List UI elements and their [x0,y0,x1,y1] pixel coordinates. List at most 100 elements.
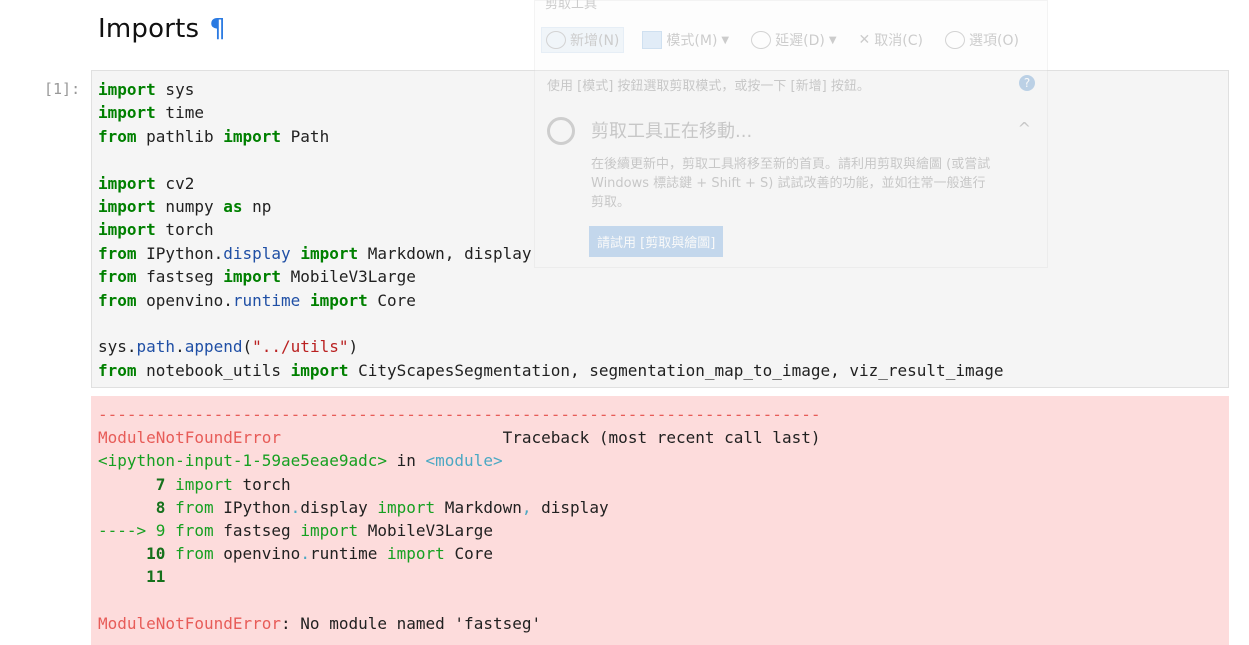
code-token: cv2 [155,173,195,193]
traceback-token [165,544,175,563]
cancel-label: 取消(C) [874,33,923,49]
code-token: np [242,197,272,217]
clock-icon [751,31,772,49]
traceback-line: 7 import torch [98,473,820,496]
traceback-token: in [386,451,426,471]
moving-title: 剪取工具正在移動... [591,121,753,142]
code-token: IPython. [136,243,224,263]
traceback-token: torch [232,474,291,494]
traceback-token: 10 [146,544,166,564]
traceback-token [98,544,146,563]
code-token: time [155,103,204,123]
anchor-link[interactable]: ¶ [209,14,226,44]
options-button[interactable]: 選項(O) [941,28,1023,52]
delay-label: 延遲(D) [775,33,825,49]
code-line: sys.path.append("../utils") [98,335,1003,358]
code-token: Markdown, display [358,243,532,263]
traceback-token: from [175,497,214,517]
traceback-line [98,589,820,612]
code-token: pathlib [136,126,224,146]
traceback-token [98,475,156,494]
traceback-token: . [300,544,310,564]
traceback-token: fastseg [213,521,301,541]
traceback-token: import [377,497,436,517]
snipping-tool-window: 剪取工具 新增(N) 模式(M) ▼ 延遲(D) ▼ ✕ 取消(C) 選項(O) 使用… [534,0,1048,268]
traceback-token: MobileV3Large [358,521,493,541]
code-token: import [223,126,282,146]
code-token: "../utils" [252,337,349,357]
code-token: torch [155,220,214,240]
code-token: from [98,290,137,310]
traceback-token: IPython [213,497,291,517]
cancel-button[interactable]: ✕ 取消(C) [855,28,927,52]
new-snip-button[interactable]: 新增(N) [541,27,625,53]
traceback-line: <ipython-input-1-59ae5eae9adc> in <modul… [98,449,820,472]
code-token: import [290,360,349,380]
snip-sketch-icon [547,117,575,145]
traceback-token: import [300,521,359,541]
rectangle-icon [642,31,663,49]
code-token: ( [242,337,253,357]
help-icon[interactable]: ? [1019,75,1035,91]
traceback-token: ModuleNotFoundError [98,613,282,633]
code-token: append [184,337,243,357]
traceback-token: Markdown [435,497,522,517]
traceback-token: from [175,544,214,564]
traceback-token: display [300,497,378,517]
chevron-down-icon: ▼ [721,34,730,46]
code-token: Core [367,290,416,310]
code-token: . [175,337,185,357]
traceback-token: Core [444,544,493,564]
collapse-icon[interactable]: ^ [1018,119,1031,138]
traceback-line: 10 from openvino.runtime import Core [98,542,820,565]
traceback-token [165,521,175,540]
traceback-token: . [290,497,301,517]
code-token: import [98,80,156,99]
code-token: fastseg [136,267,224,287]
code-token: Path [281,126,330,146]
traceback-token: display [531,497,609,517]
traceback-token: : No module named 'fastseg' [281,613,542,633]
traceback-token [98,567,146,586]
traceback-token: ----> 9 [98,521,166,541]
traceback-token: import [387,544,445,564]
traceback-token: from [175,521,214,541]
code-token: CityScapesSegmentation, segmentation_map… [348,360,1004,380]
traceback-token: ModuleNotFoundError [98,428,282,448]
delay-button[interactable]: 延遲(D) ▼ [747,28,840,52]
traceback-output: ----------------------------------------… [98,403,820,635]
traceback-token [165,498,175,517]
snipping-toolbar: 新增(N) 模式(M) ▼ 延遲(D) ▼ ✕ 取消(C) 選項(O) [541,27,1023,53]
code-line: from fastseg import MobileV3Large [98,265,1003,288]
traceback-token: , [521,497,532,517]
traceback-token: <ipython-input-1-59ae5eae9adc> [98,451,387,471]
code-token: import [98,220,156,240]
scissors-icon [546,31,566,49]
chevron-down-icon: ▼ [828,34,837,46]
code-token: openvino. [136,290,233,310]
code-token: import [309,290,368,310]
code-token: from [98,126,137,146]
traceback-token: runtime [309,544,388,564]
heading-text: Imports [98,14,200,44]
traceback-token: 8 [155,497,166,517]
traceback-token: 11 [146,567,166,587]
code-token: as [223,197,243,217]
traceback-token: ----------------------------------------… [98,405,821,424]
close-icon: ✕ [858,32,871,48]
traceback-token [98,498,156,517]
traceback-token: import [175,474,233,494]
code-token: ) [348,337,359,357]
gear-icon [944,31,965,49]
code-token: from [98,243,137,263]
code-line: from openvino.runtime import Core [98,289,1003,312]
snipping-tool-title: 剪取工具 [545,0,598,12]
traceback-line: ----------------------------------------… [98,403,820,426]
section-heading: Imports ¶ [98,14,226,44]
code-token: sys [155,80,195,99]
traceback-token [165,475,175,494]
mode-button[interactable]: 模式(M) ▼ [638,28,733,52]
try-snip-sketch-button[interactable]: 請試用 [剪取與繪圖] [589,226,724,257]
